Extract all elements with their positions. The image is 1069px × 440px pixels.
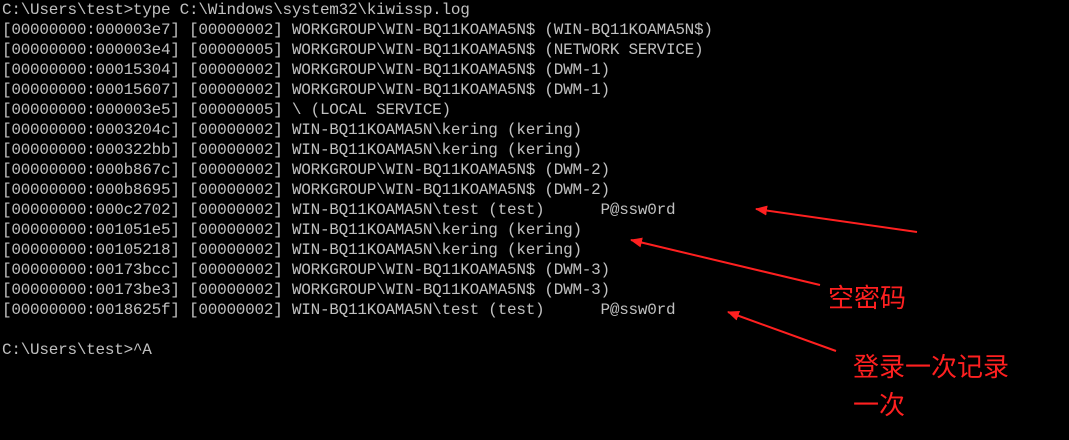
login-record-note-line2: 一次 [853,391,906,421]
login-record-note-line1: 登录一次记录 [853,353,1010,383]
arrow-to-password-2 [727,311,837,352]
empty-password-note: 空密码 [828,284,907,314]
arrow-to-password-1 [755,205,918,233]
arrow-to-empty-password [630,237,821,286]
